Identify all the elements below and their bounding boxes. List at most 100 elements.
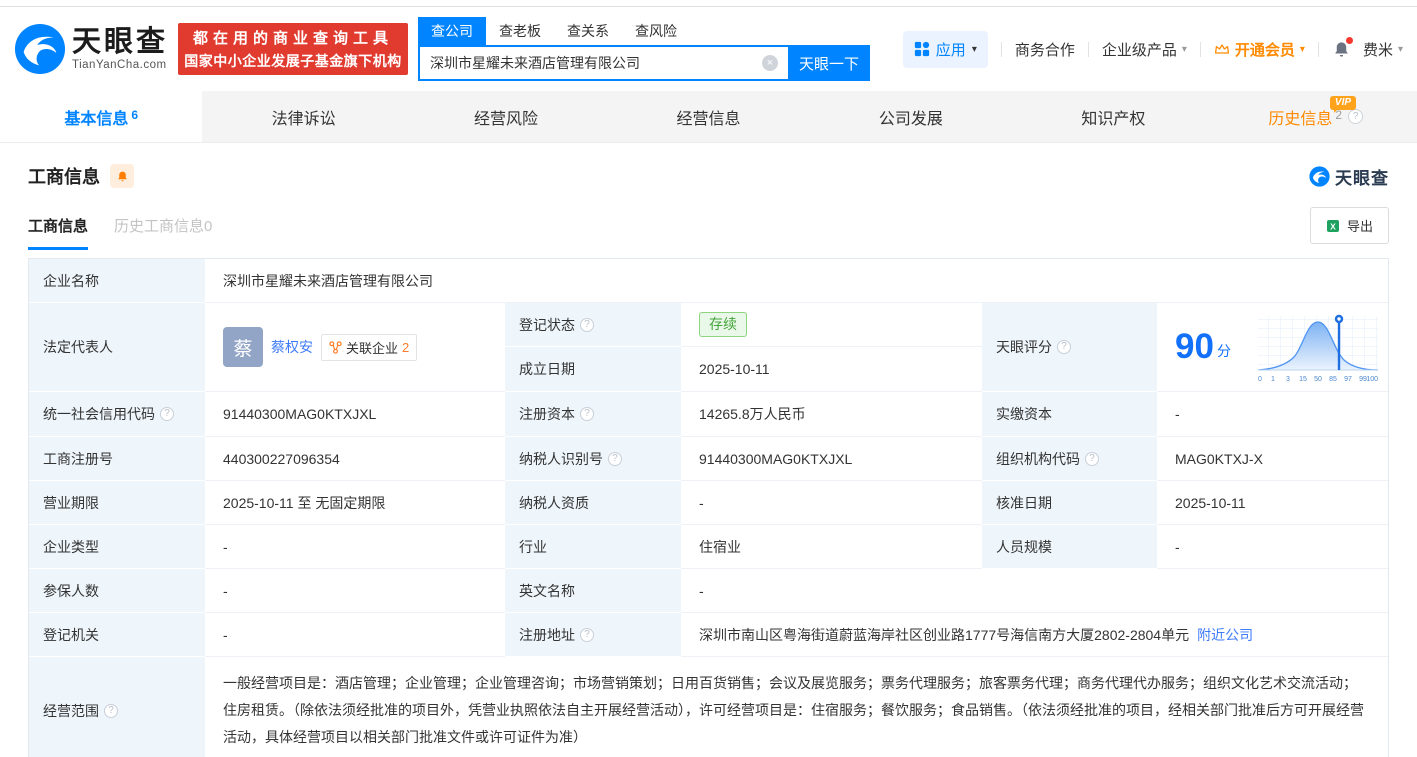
tab-history-info[interactable]: VIP 历史信息 2 ?: [1215, 91, 1417, 142]
related-companies-badge[interactable]: 关联企业 2: [321, 333, 418, 361]
tianyancha-logo[interactable]: 天眼查 TianYanCha.com: [14, 23, 168, 75]
help-icon[interactable]: ?: [580, 317, 594, 332]
field-label-paid-in-capital: 实缴资本: [982, 392, 1157, 437]
related-count: 2: [402, 339, 410, 355]
svg-text:X: X: [1330, 221, 1336, 231]
tab-label: 历史信息: [1268, 110, 1333, 128]
search-tab-risk[interactable]: 查风险: [622, 17, 690, 45]
search-tab-boss[interactable]: 查老板: [486, 17, 554, 45]
nav-user-menu[interactable]: 费米 ▾: [1363, 39, 1403, 60]
legal-representative-link[interactable]: 蔡权安: [271, 337, 313, 357]
field-label-registered-capital: 注册资本 ?: [505, 392, 681, 437]
field-label-registration-authority: 登记机关: [29, 613, 205, 657]
field-value-company-name: 深圳市星耀未来酒店管理有限公司: [205, 259, 1388, 303]
field-value-registration-number: 440300227096354: [205, 437, 505, 481]
field-value-registration-authority: -: [205, 613, 505, 657]
org-network-icon: [329, 340, 342, 354]
section-title: 工商信息: [28, 167, 100, 187]
field-value-company-type: -: [205, 525, 505, 569]
excel-icon: X: [1326, 219, 1339, 232]
help-icon[interactable]: ?: [580, 627, 594, 642]
field-value-taxpayer-qualification: -: [681, 481, 982, 525]
tab-basic-info[interactable]: 基本信息 6: [0, 91, 203, 142]
search-tab-relation[interactable]: 查关系: [554, 17, 622, 45]
score-axis-tick: 15: [1299, 376, 1307, 383]
subtab-business-info[interactable]: 工商信息: [28, 215, 89, 250]
notification-bell[interactable]: [1332, 36, 1353, 59]
field-value-staff-size: -: [1157, 525, 1388, 569]
help-icon[interactable]: ?: [1057, 340, 1071, 354]
score-value: 90: [1175, 327, 1214, 366]
promo-banner: 都在用的商业查询工具 国家中小企业发展子基金旗下机构: [178, 23, 409, 75]
field-value-paid-in-capital: -: [1157, 392, 1388, 437]
tab-label: 基本信息: [64, 110, 129, 128]
field-label-insured-staff: 参保人数: [29, 569, 205, 613]
top-navigation: 应用 ▾ 商务合作 企业级产品 ▾ 开通会员 ▾ 费米 ▾: [902, 30, 1403, 68]
field-value-business-term: 2025-10-11 至 无固定期限: [205, 481, 505, 525]
score-axis-tick: 3: [1286, 376, 1290, 383]
search-tab-company[interactable]: 查公司: [418, 17, 487, 45]
help-icon[interactable]: ?: [580, 407, 594, 421]
apps-grid-icon: [914, 41, 929, 57]
tab-intellectual-property[interactable]: 知识产权: [1012, 91, 1214, 142]
field-value-approval-date: 2025-10-11: [1157, 481, 1388, 525]
monitor-bell-button[interactable]: [110, 164, 134, 188]
help-icon[interactable]: ?: [104, 703, 118, 718]
tab-operation-info[interactable]: 经营信息: [607, 91, 809, 142]
subtab-history-business-info[interactable]: 历史工商信息0: [114, 215, 212, 236]
search-button[interactable]: 天眼一下: [788, 45, 871, 81]
status-badge: 存续: [699, 312, 747, 337]
promo-banner-line1: 都在用的商业查询工具: [193, 30, 394, 47]
score-axis-tick: 50: [1314, 376, 1322, 383]
tab-label: 经营信息: [676, 110, 741, 128]
chevron-down-icon: ▾: [1397, 43, 1403, 55]
nav-apps[interactable]: 应用 ▾: [902, 30, 988, 68]
tab-legal-proceedings[interactable]: 法律诉讼: [202, 91, 404, 142]
logo-title: 天眼查: [72, 26, 169, 58]
search-area: 查公司 查老板 查关系 查风险 × 天眼一下: [418, 17, 871, 81]
nearby-companies-link[interactable]: 附近公司: [1197, 625, 1253, 645]
tianyancha-watermark: 天眼查: [1309, 164, 1389, 189]
score-axis-ticks: 0 1 3 15 50 85 97 99 100: [1258, 376, 1378, 383]
nav-enterprise-products[interactable]: 企业级产品 ▾: [1102, 39, 1187, 60]
address-text: 深圳市南山区粤海街道蔚蓝海岸社区创业路1777号海信南方大厦2802-2804单…: [699, 626, 1190, 643]
nav-cooperation[interactable]: 商务合作: [1015, 39, 1075, 60]
field-label-registration-number: 工商注册号: [29, 437, 205, 481]
help-icon[interactable]: ?: [1348, 109, 1364, 124]
nav-divider: [1317, 41, 1319, 57]
export-button[interactable]: X 导出: [1309, 207, 1389, 244]
search-input[interactable]: [418, 45, 789, 81]
nav-open-membership[interactable]: 开通会员 ▾: [1214, 39, 1305, 60]
clear-input-icon[interactable]: ×: [762, 55, 779, 71]
help-icon[interactable]: ?: [1085, 451, 1099, 466]
nav-enterprise-label: 企业级产品: [1101, 41, 1177, 59]
help-icon[interactable]: ?: [160, 407, 174, 421]
tianyancha-logo-icon: [14, 23, 66, 75]
nav-apps-label: 应用: [935, 41, 966, 59]
notification-dot: [1345, 36, 1353, 44]
tab-label: 公司发展: [878, 110, 943, 128]
chevron-down-icon: ▾: [1299, 43, 1305, 55]
field-value-legal-representative: 蔡 蔡权安 关联企业 2: [205, 303, 505, 392]
score-axis-tick: 85: [1329, 376, 1337, 383]
avatar[interactable]: 蔡: [223, 327, 263, 367]
nav-cooperation-label: 商务合作: [1014, 41, 1075, 59]
tab-business-risk[interactable]: 经营风险: [405, 91, 607, 142]
tab-label: 法律诉讼: [271, 110, 336, 128]
field-value-established-date: 2025-10-11: [681, 347, 982, 392]
score-axis-tick: 100: [1366, 376, 1378, 383]
score-axis-tick: 1: [1271, 376, 1275, 383]
nav-divider: [1199, 41, 1201, 57]
export-label: 导出: [1346, 219, 1373, 234]
help-icon[interactable]: ?: [608, 451, 622, 466]
crown-icon: [1214, 44, 1229, 54]
field-label-company-name: 企业名称: [29, 259, 205, 303]
field-label-organization-code: 组织机构代码 ?: [982, 437, 1157, 481]
field-value-registered-address: 深圳市南山区粤海街道蔚蓝海岸社区创业路1777号海信南方大厦2802-2804单…: [681, 613, 1388, 657]
field-label-approval-date: 核准日期: [982, 481, 1157, 525]
field-label-taxpayer-qualification: 纳税人资质: [505, 481, 681, 525]
field-label-business-scope: 经营范围 ?: [29, 657, 205, 757]
tab-company-development[interactable]: 公司发展: [810, 91, 1012, 142]
field-label-taxpayer-id: 纳税人识别号 ?: [505, 437, 681, 481]
field-label-industry: 行业: [505, 525, 681, 569]
